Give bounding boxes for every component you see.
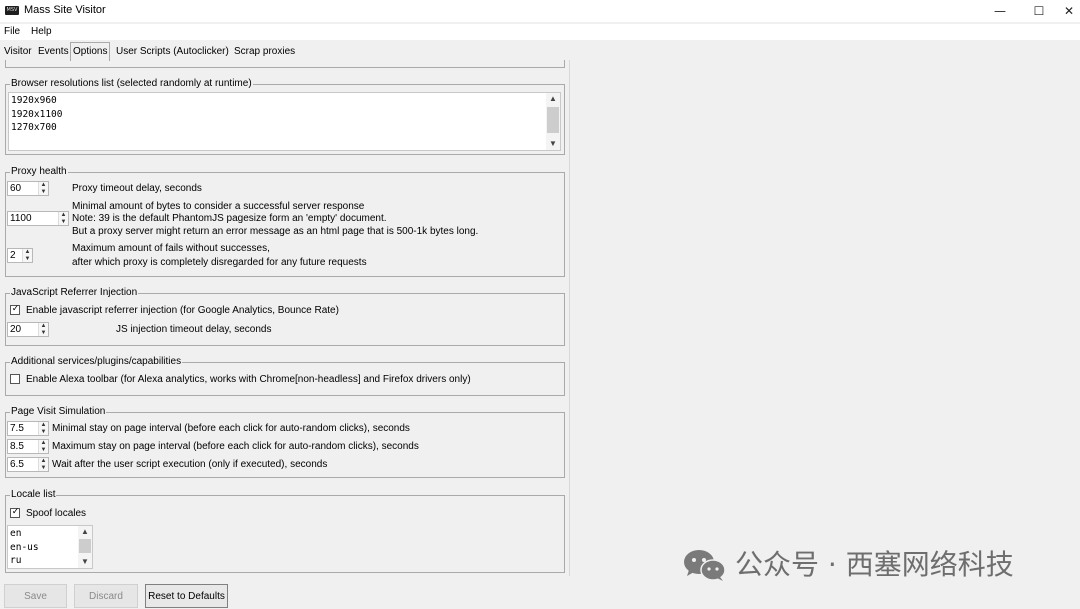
resolution-line: 1270x700 [11, 122, 57, 133]
tab-scrap-proxies[interactable]: Scrap proxies [232, 44, 297, 59]
previous-group-edge [5, 60, 565, 68]
max-fails-label-1: Maximum amount of fails without successe… [72, 243, 270, 254]
scroll-thumb[interactable] [79, 539, 91, 553]
scroll-thumb[interactable] [547, 107, 559, 133]
enable-js-injection-label: Enable javascript referrer injection (fo… [26, 305, 339, 316]
tab-bar: Visitor Events Options User Scripts (Aut… [0, 42, 600, 61]
proxy-health-group: Proxy health 60 ▲ ▼ Proxy timeout delay, … [5, 166, 565, 277]
tab-user-scripts[interactable]: User Scripts (Autoclicker) [114, 44, 231, 59]
spoof-locales-label: Spoof locales [26, 508, 87, 519]
spinner-value: 2 [10, 250, 16, 261]
title-bar: MSV Mass Site Visitor — ☐ ✕ [0, 0, 1080, 22]
locale-group: Locale list ✓ Spoof locales en en-us ru … [5, 489, 565, 573]
wait-after-script-label: Wait after the user script execution (on… [52, 459, 328, 470]
resolutions-title: Browser resolutions list (selected rando… [10, 78, 253, 90]
app-icon-label: MSV [6, 7, 18, 13]
page-visit-group: Page Visit Simulation 7.5 ▲ ▼ Minimal sta… [5, 406, 565, 478]
locale-line: en [10, 528, 22, 539]
resolutions-group: Browser resolutions list (selected rando… [5, 78, 565, 155]
window-title: Mass Site Visitor [24, 4, 106, 16]
page-visit-title: Page Visit Simulation [10, 406, 107, 418]
app-icon: MSV [5, 6, 19, 15]
spoof-locales-checkbox[interactable]: ✓ [10, 507, 20, 518]
checkmark-icon: ✓ [11, 507, 20, 517]
locale-title: Locale list [10, 489, 57, 501]
discard-button[interactable]: Discard [74, 584, 138, 608]
scroll-up-icon[interactable]: ▲ [78, 526, 92, 538]
close-button[interactable]: ✕ [1058, 0, 1080, 22]
js-timeout-label: JS injection timeout delay, seconds [116, 324, 272, 335]
resolution-line: 1920x960 [11, 95, 57, 106]
scroll-down-icon[interactable]: ▼ [78, 556, 92, 568]
proxy-health-title: Proxy health [10, 166, 68, 178]
menu-file[interactable]: File [4, 26, 20, 37]
checkmark-icon: ✓ [11, 304, 20, 314]
additional-services-group: Additional services/plugins/capabilities… [5, 356, 565, 396]
reset-to-defaults-button[interactable]: Reset to Defaults [145, 584, 228, 608]
spinner-arrows-icon[interactable]: ▲ ▼ [22, 249, 32, 262]
minimize-button[interactable]: — [982, 0, 1018, 22]
tab-visitor[interactable]: Visitor [2, 44, 34, 59]
resolution-line: 1920x1100 [11, 108, 63, 120]
spinner-value: 60 [10, 183, 22, 194]
proxy-timeout-label: Proxy timeout delay, seconds [72, 183, 202, 194]
tab-options[interactable]: Options [70, 42, 111, 61]
additional-services-title: Additional services/plugins/capabilities [10, 356, 183, 368]
menu-help[interactable]: Help [31, 26, 52, 37]
js-injection-group: JavaScript Referrer Injection ✓ Enable j… [5, 287, 565, 346]
spinner-arrows-icon[interactable]: ▲ ▼ [38, 458, 48, 471]
maximize-button[interactable]: ☐ [1021, 0, 1057, 22]
min-bytes-spinner[interactable]: 1100 ▲ ▼ [7, 211, 69, 226]
js-injection-title: JavaScript Referrer Injection [10, 287, 139, 299]
resolutions-textarea[interactable]: 1920x960 1920x1100 1270x700 ▲ ▼ [8, 92, 561, 151]
max-fails-spinner[interactable]: 2 ▲ ▼ [7, 248, 33, 263]
options-panel: Browser resolutions list (selected rando… [0, 60, 570, 580]
locale-line: en-us [10, 541, 39, 553]
max-fails-label-2: after which proxy is completely disregar… [72, 257, 367, 268]
min-bytes-label-3: But a proxy server might return an error… [72, 226, 479, 237]
locale-textarea[interactable]: en en-us ru ▲ ▼ [7, 525, 93, 569]
max-stay-spinner[interactable]: 8.5 ▲ ▼ [7, 439, 49, 454]
save-button[interactable]: Save [4, 584, 67, 608]
proxy-timeout-spinner[interactable]: 60 ▲ ▼ [7, 181, 49, 196]
min-bytes-label-1: Minimal amount of bytes to consider a su… [72, 201, 365, 212]
locale-scrollbar[interactable]: ▲ ▼ [78, 526, 92, 568]
spinner-value: 7.5 [10, 423, 24, 434]
spinner-value: 20 [10, 324, 22, 335]
wait-after-script-spinner[interactable]: 6.5 ▲ ▼ [7, 457, 49, 472]
scroll-down-icon[interactable]: ▼ [546, 138, 560, 150]
spinner-arrows-icon[interactable]: ▲ ▼ [38, 422, 48, 435]
min-stay-label: Minimal stay on page interval (before ea… [52, 423, 410, 434]
min-bytes-label-2: Note: 39 is the default PhantomJS pagesi… [72, 213, 387, 224]
max-stay-label: Maximum stay on page interval (before ea… [52, 441, 419, 452]
enable-js-injection-checkbox[interactable]: ✓ [10, 304, 20, 315]
locale-line: ru [10, 555, 22, 566]
menu-bar: File Help [0, 24, 1080, 40]
wechat-icon [684, 550, 726, 581]
spinner-value: 1100 [10, 213, 32, 224]
spinner-arrows-icon[interactable]: ▲ ▼ [38, 440, 48, 453]
alexa-toolbar-label: Enable Alexa toolbar (for Alexa analytic… [26, 374, 471, 385]
spinner-value: 6.5 [10, 459, 24, 470]
tab-events[interactable]: Events [36, 44, 71, 59]
spinner-arrows-icon[interactable]: ▲ ▼ [58, 212, 68, 225]
resolutions-scrollbar[interactable]: ▲ ▼ [546, 93, 560, 150]
spinner-arrows-icon[interactable]: ▲ ▼ [38, 182, 48, 195]
js-timeout-spinner[interactable]: 20 ▲ ▼ [7, 322, 49, 337]
spinner-value: 8.5 [10, 441, 24, 452]
watermark-text: 公众号 · 西塞网络科技 [735, 548, 1014, 581]
spinner-arrows-icon[interactable]: ▲ ▼ [38, 323, 48, 336]
scroll-up-icon[interactable]: ▲ [546, 93, 560, 105]
min-stay-spinner[interactable]: 7.5 ▲ ▼ [7, 421, 49, 436]
alexa-toolbar-checkbox[interactable] [10, 374, 20, 384]
